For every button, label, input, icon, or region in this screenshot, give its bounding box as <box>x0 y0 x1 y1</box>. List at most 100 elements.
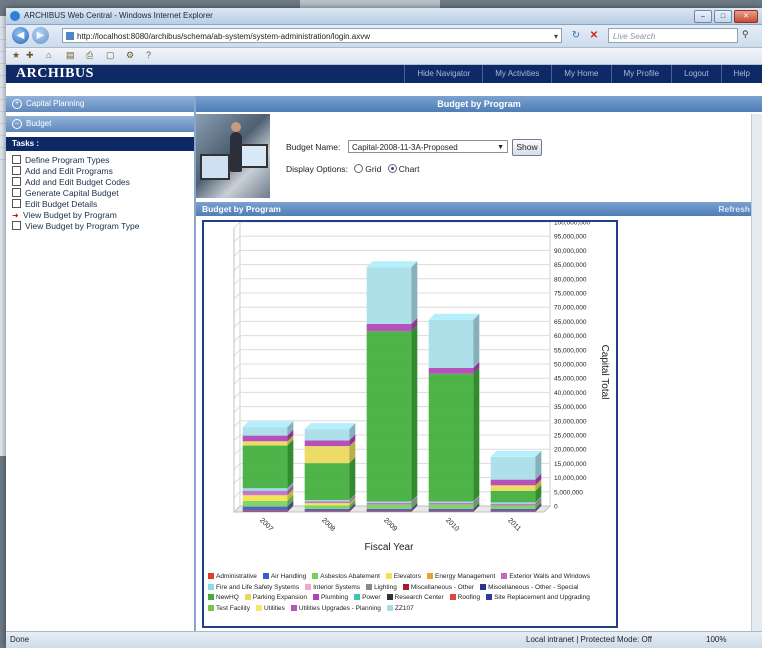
legend-swatch <box>366 583 373 590</box>
home-icon[interactable]: ⌂ <box>46 50 51 60</box>
forward-icon[interactable]: ▶ <box>32 27 49 44</box>
legend-item: Energy Management <box>426 572 495 583</box>
show-button[interactable]: Show <box>512 139 542 156</box>
help-icon[interactable]: ? <box>146 50 151 60</box>
bar-segment <box>428 508 474 512</box>
page-icon <box>66 32 74 40</box>
section-budget[interactable]: – Budget <box>6 116 194 133</box>
bar-segment <box>242 445 288 489</box>
legend-item: Elevators <box>385 572 421 583</box>
nav-my-profile[interactable]: My Profile <box>610 65 672 83</box>
task-view-budget-by-program[interactable]: ➜ View Budget by Program <box>6 210 194 221</box>
legend-item: Administrative <box>208 572 257 583</box>
search-icon[interactable]: ⚲ <box>742 29 749 40</box>
task-edit-budget-details[interactable]: Edit Budget Details <box>6 199 194 210</box>
legend-swatch <box>486 594 493 600</box>
bar-segment <box>242 510 288 512</box>
bar-segment <box>304 511 350 512</box>
add-favorite-icon[interactable]: ✚ <box>26 50 34 61</box>
bar-segment <box>366 501 412 503</box>
zoom-level[interactable]: 100% <box>706 635 726 644</box>
vertical-scrollbar[interactable] <box>751 114 762 648</box>
section-capital-planning[interactable]: + Capital Planning <box>6 96 194 113</box>
nav-help[interactable]: Help <box>720 65 762 83</box>
legend-swatch <box>305 583 312 590</box>
legend-label: Asbestos Abatement <box>320 573 380 580</box>
maximize-button[interactable]: □ <box>714 10 732 23</box>
grid-radio[interactable] <box>354 164 364 173</box>
legend-swatch <box>312 573 319 579</box>
bar-segment-side <box>411 261 418 324</box>
legend-label: Administrative <box>216 573 257 580</box>
bar-segment-side <box>349 457 356 501</box>
legend-item: NewHQ <box>208 593 239 604</box>
bar-segment <box>304 503 350 506</box>
bar-top <box>428 313 480 320</box>
task-generate-capital-budget[interactable]: Generate Capital Budget <box>6 188 194 199</box>
title-bar: ARCHIBUS Web Central - Windows Internet … <box>6 8 762 25</box>
minimize-button[interactable]: – <box>694 10 712 23</box>
nav-hide-navigator[interactable]: Hide Navigator <box>404 65 482 83</box>
gridline-depth <box>233 222 241 229</box>
task-view-budget-by-program-type[interactable]: View Budget by Program Type <box>6 221 194 232</box>
x-tick-label: 2010 <box>444 517 460 533</box>
legend-item: Miscellaneous - Other - Special <box>480 583 578 594</box>
tools-icon[interactable]: ⚙ <box>126 50 134 61</box>
task-add-edit-programs[interactable]: Add and Edit Programs <box>6 166 194 177</box>
chart-panel-title: Budget by Program <box>202 204 281 214</box>
page-menu-icon[interactable]: ▢ <box>106 50 115 61</box>
search-input[interactable]: Live Search <box>608 28 738 43</box>
y-tick-label: 15,000,000 <box>554 461 587 468</box>
url-dropdown-icon[interactable]: ▾ <box>554 29 558 44</box>
print-icon[interactable]: ⎙ <box>86 50 93 61</box>
legend-swatch <box>208 573 214 579</box>
legend-label: ZZ107 <box>394 604 414 612</box>
bar-top <box>490 450 542 457</box>
y-axis-title: Capital Total <box>599 345 610 400</box>
bar-segment <box>428 504 474 509</box>
bar-segment <box>490 456 536 480</box>
office-photo <box>196 114 270 198</box>
y-tick-label: 75,000,000 <box>554 291 587 298</box>
chart-label: Chart <box>398 164 420 174</box>
chart-radio[interactable] <box>387 164 397 173</box>
gridline-depth <box>233 448 241 456</box>
task-define-program-types[interactable]: Define Program Types <box>6 155 194 166</box>
gridline-depth <box>233 392 241 399</box>
legend-item: Air Handling <box>262 572 306 583</box>
task-add-edit-budget-codes[interactable]: Add and Edit Budget Codes <box>6 177 194 188</box>
stop-icon[interactable]: ✕ <box>586 28 602 43</box>
nav-my-activities[interactable]: My Activities <box>482 65 551 83</box>
task-icon <box>12 155 21 164</box>
y-tick-label: 100,000,000 <box>554 222 591 227</box>
legend-label: Plumbing <box>320 594 349 601</box>
status-bar: Done Local intranet | Protected Mode: Of… <box>6 631 762 648</box>
y-tick-label: 5,000,000 <box>554 489 583 496</box>
gridline-depth <box>233 491 241 499</box>
refresh-link[interactable]: Refresh <box>718 204 750 214</box>
feeds-icon[interactable]: ▤ <box>66 50 75 61</box>
task-icon <box>12 177 21 186</box>
legend-swatch <box>386 594 393 600</box>
task-label: View Budget by Program Type <box>25 221 140 231</box>
legend-swatch <box>208 594 214 600</box>
url-input[interactable]: http://localhost:8080/archibus/schema/ab… <box>62 28 562 43</box>
nav-my-home[interactable]: My Home <box>551 65 610 83</box>
y-tick-label: 25,000,000 <box>554 433 587 440</box>
browser-window: ARCHIBUS Web Central - Windows Internet … <box>6 8 762 648</box>
back-icon[interactable]: ◀ <box>12 27 29 44</box>
gridline-depth <box>233 235 241 243</box>
refresh-icon[interactable]: ↻ <box>568 28 584 43</box>
legend-swatch <box>244 594 251 600</box>
y-tick-label: 45,000,000 <box>554 376 587 383</box>
bar-segment <box>490 511 536 512</box>
y-tick-label: 85,000,000 <box>554 262 587 269</box>
favorites-icon[interactable]: ★ <box>12 50 20 61</box>
close-button[interactable]: ✕ <box>734 10 758 23</box>
budget-name-select[interactable]: Capital-2008-11-3A-Proposed ▼ <box>348 140 508 153</box>
legend-swatch <box>480 583 487 590</box>
nav-logout[interactable]: Logout <box>671 65 720 83</box>
bar-segment <box>242 488 288 491</box>
task-label: Edit Budget Details <box>25 199 98 209</box>
url-text: http://localhost:8080/archibus/schema/ab… <box>77 32 371 41</box>
